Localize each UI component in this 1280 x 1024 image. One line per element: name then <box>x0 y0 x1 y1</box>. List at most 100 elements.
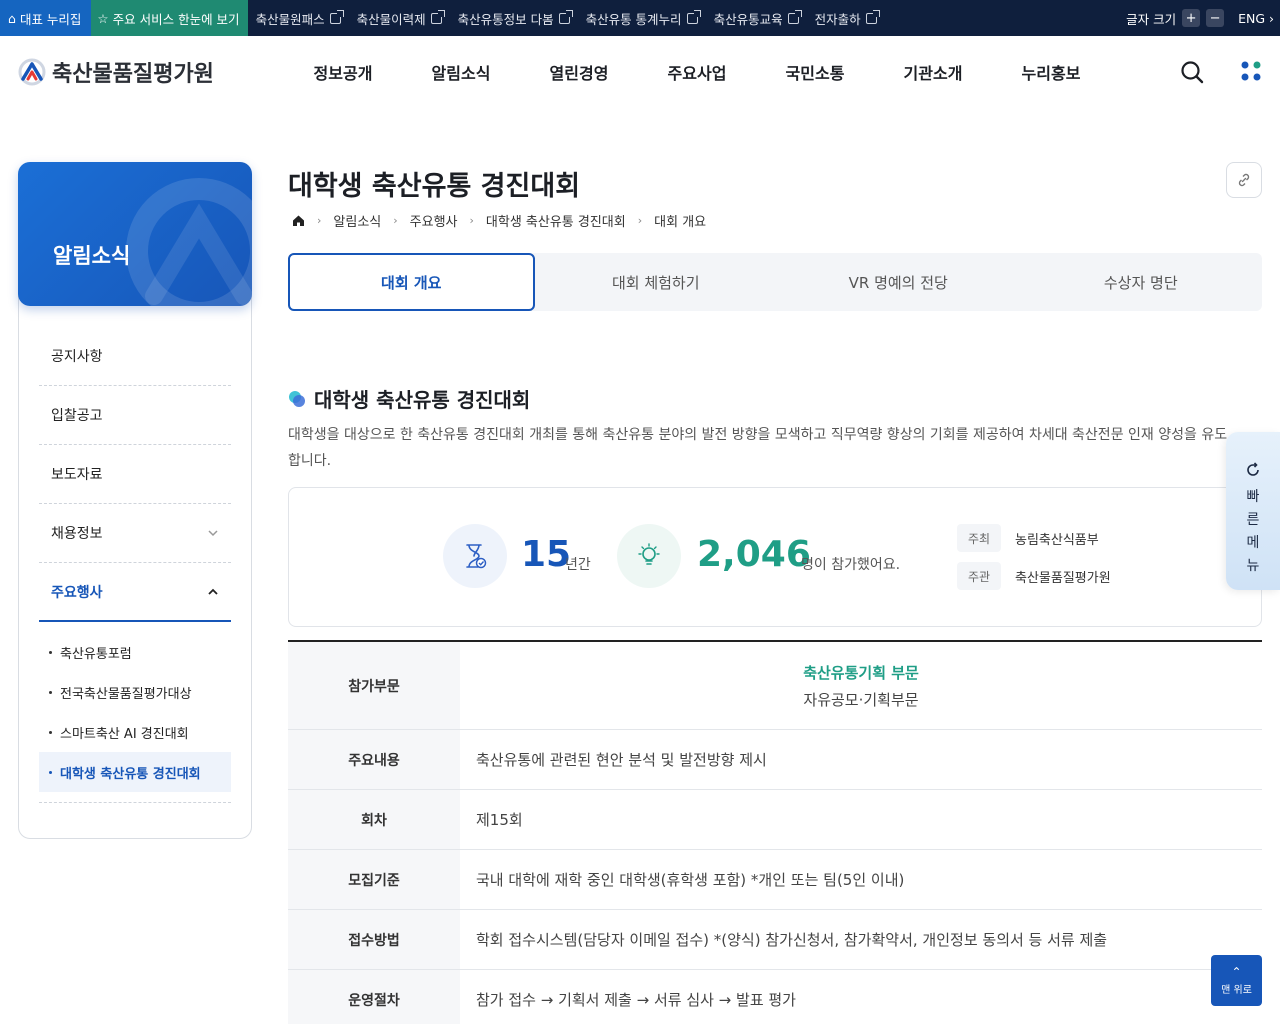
sidebar-item-bid[interactable]: 입찰공고 <box>39 386 231 445</box>
breadcrumb-item[interactable]: 대학생 축산유통 경진대회 <box>486 211 626 230</box>
stat-years-unit: 년간 <box>565 557 591 573</box>
site-logo[interactable]: 축산물품질평가원 <box>18 56 214 88</box>
sidebar-title: 알림소식 <box>53 244 131 268</box>
table-cell: 축산유통에 관련된 현안 분석 및 발전방향 제시 <box>476 751 767 769</box>
table-row: 참가부문 축산유통기획 부문 자유공모·기획부문 <box>288 642 1262 730</box>
submenu-item-ai-contest[interactable]: 스마트축산 AI 경진대회 <box>39 712 231 752</box>
sidebar-item-events[interactable]: 주요행사 <box>39 563 231 622</box>
submenu-item-forum[interactable]: 축산유통포럼 <box>39 632 231 672</box>
host-value: 농림축산식품부 <box>1015 532 1099 548</box>
section-description: 대학생을 대상으로 한 축산유통 경진대회 개최를 통해 축산유통 분야의 발전… <box>288 427 1228 469</box>
font-size-label: 글자 크기 <box>1126 11 1177 27</box>
section-title: 대학생 축산유통 경진대회 <box>288 384 530 413</box>
breadcrumb: › 알림소식 › 주요행사 › 대학생 축산유통 경진대회 › 대회 개요 <box>292 211 706 230</box>
table-row: 운영절차 참가 접수 → 기획서 제출 → 서류 심사 → 발표 평가 <box>288 970 1262 1024</box>
all-menu-icon[interactable] <box>1240 60 1262 82</box>
home-link[interactable]: ⌂ 대표 누리집 <box>0 0 92 36</box>
sidebar-item-recruit[interactable]: 채용정보 <box>39 504 231 563</box>
link-e-shipping[interactable]: 전자출하 <box>807 0 885 36</box>
tab-experience[interactable]: 대회 체험하기 <box>535 253 778 311</box>
nav-info-disclosure[interactable]: 정보공개 <box>284 60 402 84</box>
stat-participants-unit: 명이 참가했어요. <box>801 557 901 573</box>
breadcrumb-item[interactable]: 주요행사 <box>410 211 458 230</box>
breadcrumb-item[interactable]: 알림소식 <box>333 211 381 230</box>
home-icon: ⌂ <box>8 10 16 26</box>
table-header-cell: 주요내용 <box>288 730 460 789</box>
tab-winners[interactable]: 수상자 명단 <box>1020 253 1263 311</box>
table-cell: 참가 접수 → 기획서 제출 → 서류 심사 → 발표 평가 <box>476 991 796 1009</box>
hourglass-icon <box>466 544 487 569</box>
table-header-cell: 참가부문 <box>288 642 460 729</box>
site-header: 축산물품질평가원 정보공개 알림소식 열린경영 주요사업 국민소통 기관소개 누… <box>0 36 1280 108</box>
organizer-label: 주관 <box>957 562 1001 590</box>
info-table: 참가부문 축산유통기획 부문 자유공모·기획부문 주요내용 축산유통에 관련된 … <box>288 640 1262 1024</box>
nav-promotion[interactable]: 누리홍보 <box>992 60 1110 84</box>
font-decrease-button[interactable]: − <box>1206 9 1225 27</box>
logo-icon <box>18 58 46 86</box>
star-icon: ☆ <box>97 10 109 26</box>
submenu-item-student-contest[interactable]: 대학생 축산유통 경진대회 <box>39 752 231 792</box>
bullet-icon <box>289 390 305 407</box>
tab-vr-hall-of-fame[interactable]: VR 명예의 전당 <box>777 253 1020 311</box>
link-onepass[interactable]: 축산물원패스 <box>248 0 349 36</box>
external-link-icon <box>787 9 802 24</box>
refresh-icon <box>1247 462 1259 476</box>
table-header-cell: 접수방법 <box>288 910 460 969</box>
link-dabom[interactable]: 축산유통정보 다봄 <box>450 0 578 36</box>
stat-years-badge <box>443 524 507 588</box>
submenu-item-quality-award[interactable]: 전국축산물품질평가대상 <box>39 672 231 712</box>
link-traceability[interactable]: 축산물이력제 <box>349 0 450 36</box>
stat-years-number: 15 <box>521 534 572 575</box>
utility-bar: ⌂ 대표 누리집 ☆ 주요 서비스 한눈에 보기 축산물원패스 축산물이력제 축… <box>0 0 1280 36</box>
category-detail: 자유공모·기획부문 <box>803 690 919 709</box>
table-row: 회차 제15회 <box>288 790 1262 850</box>
language-button[interactable]: ENG › <box>1238 11 1274 26</box>
link-icon <box>1238 173 1250 187</box>
table-row: 접수방법 학회 접수시스템(담당자 이메일 접수) *(양식) 참가신청서, 참… <box>288 910 1262 970</box>
home-icon[interactable] <box>292 214 305 227</box>
page-title: 대학생 축산유통 경진대회 <box>288 171 581 202</box>
link-education[interactable]: 축산유통교육 <box>706 0 807 36</box>
nav-main-business[interactable]: 주요사업 <box>638 60 756 84</box>
table-cell: 국내 대학에 재학 중인 대학생(휴학생 포함) *개인 또는 팀(5인 이내) <box>476 871 905 889</box>
chevron-right-icon: › <box>637 214 643 227</box>
sidebar-submenu: 축산유통포럼 전국축산물품질평가대상 스마트축산 AI 경진대회 대학생 축산유… <box>39 622 231 803</box>
host-label: 주최 <box>957 524 1001 552</box>
nav-open-management[interactable]: 열린경영 <box>520 60 638 84</box>
back-to-top-button[interactable]: ⌃ 맨 위로 <box>1211 955 1262 1006</box>
table-cell: 학회 접수시스템(담당자 이메일 접수) *(양식) 참가신청서, 참가확약서,… <box>476 931 1108 949</box>
sidebar: 알림소식 공지사항 입찰공고 보도자료 채용정보 주요행사 축산유통포럼 전국축… <box>18 162 252 839</box>
chevron-right-icon: › <box>393 214 398 227</box>
main-nav: 정보공개 알림소식 열린경영 주요사업 국민소통 기관소개 누리홍보 <box>284 60 1110 84</box>
sidebar-item-notice[interactable]: 공지사항 <box>39 327 231 386</box>
breadcrumb-current: 대회 개요 <box>654 215 707 230</box>
nav-communication[interactable]: 국민소통 <box>756 60 874 84</box>
external-link-icon <box>865 9 880 24</box>
chevron-down-icon <box>208 530 218 537</box>
external-link-icon <box>686 9 701 24</box>
table-cell: 축산유통기획 부문 자유공모·기획부문 <box>460 642 1262 729</box>
sidebar-header: 알림소식 <box>18 162 252 306</box>
content-tabs: 대회 개요 대회 체험하기 VR 명예의 전당 수상자 명단 <box>288 253 1262 311</box>
table-header-cell: 회차 <box>288 790 460 849</box>
external-link-icon <box>558 9 573 24</box>
external-link-icon <box>430 9 445 24</box>
main-services-link[interactable]: ☆ 주요 서비스 한눈에 보기 <box>91 0 248 36</box>
font-increase-button[interactable]: + <box>1182 9 1201 27</box>
organizer-value: 축산물품질평가원 <box>1015 570 1111 586</box>
nav-news[interactable]: 알림소식 <box>402 60 520 84</box>
chevron-right-icon: › <box>469 214 474 227</box>
stat-participants-badge <box>617 524 681 588</box>
share-link-button[interactable] <box>1226 162 1262 198</box>
nav-about[interactable]: 기관소개 <box>874 60 992 84</box>
sidebar-item-press[interactable]: 보도자료 <box>39 445 231 504</box>
table-row: 주요내용 축산유통에 관련된 현안 분석 및 발전방향 제시 <box>288 730 1262 790</box>
link-statistics[interactable]: 축산유통 통계누리 <box>578 0 706 36</box>
search-icon[interactable] <box>1180 60 1204 84</box>
table-cell: 제15회 <box>476 811 523 829</box>
category-highlight: 축산유통기획 부문 <box>803 663 919 682</box>
tab-overview[interactable]: 대회 개요 <box>288 253 535 311</box>
quick-menu[interactable]: 빠 른 메 뉴 <box>1226 432 1280 590</box>
chevron-right-icon: › <box>317 214 322 227</box>
table-header-cell: 운영절차 <box>288 970 460 1024</box>
